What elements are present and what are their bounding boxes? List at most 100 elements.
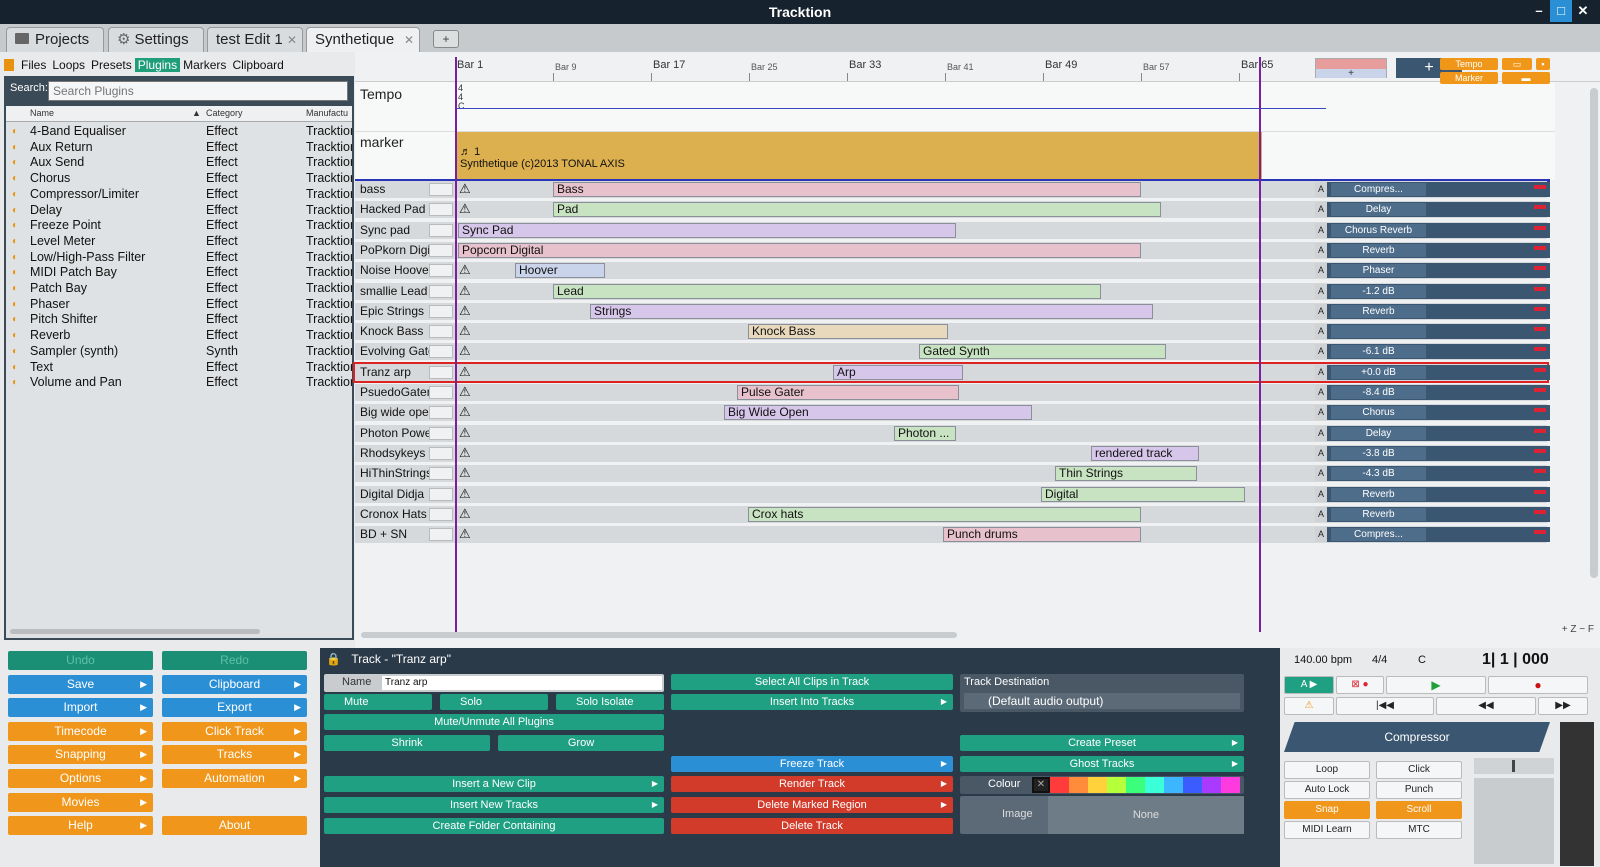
clip[interactable]: Knock Bass bbox=[748, 324, 948, 340]
track-row[interactable]: PoPkorn Digital⚠Popcorn DigitalAReverb bbox=[355, 241, 1550, 259]
plugin-row[interactable]: ◐ Chorus Effect Tracktion bbox=[6, 171, 352, 187]
warning-icon[interactable]: ⚠ bbox=[1284, 697, 1334, 715]
warning-icon[interactable]: ⚠ bbox=[459, 445, 473, 460]
plugin-row[interactable]: ◐ Patch Bay Effect Tracktion bbox=[6, 281, 352, 297]
main-button-import[interactable]: Import ▶ bbox=[8, 698, 153, 718]
automation-button[interactable]: A bbox=[1315, 364, 1327, 380]
warning-icon[interactable]: ⚠ bbox=[459, 323, 473, 338]
clip[interactable]: rendered track bbox=[1091, 445, 1199, 461]
track-name[interactable]: Photon Power bbox=[360, 426, 435, 440]
track-plugin[interactable]: Reverb bbox=[1331, 507, 1426, 521]
track-row[interactable]: Cronox Hats ⚠ Crox hats A Reverb bbox=[355, 505, 1550, 523]
track-name[interactable]: BD + SN bbox=[360, 527, 407, 541]
track-input-selector[interactable] bbox=[429, 426, 453, 440]
create-preset-button[interactable]: Create Preset ▶ bbox=[960, 735, 1244, 751]
clip[interactable]: Sync Pad bbox=[458, 222, 956, 238]
freeze-track-button[interactable]: Freeze Track ▶ bbox=[671, 756, 953, 772]
track-input-selector[interactable] bbox=[429, 528, 453, 542]
colour-swatch[interactable] bbox=[1221, 777, 1240, 793]
main-button-save[interactable]: Save ▶ bbox=[8, 674, 153, 694]
automation-button[interactable]: A bbox=[1315, 385, 1327, 400]
plugin-row[interactable]: ◐ Text Effect Tracktion bbox=[6, 360, 352, 376]
record-icon[interactable]: ● bbox=[1488, 676, 1588, 694]
automation-button[interactable]: A bbox=[1315, 486, 1327, 502]
plugin-row[interactable]: ◐ Level Meter Effect Tracktion bbox=[6, 234, 352, 250]
mute-indicator[interactable] bbox=[1534, 347, 1546, 352]
track-name[interactable]: Sync pad bbox=[360, 223, 410, 237]
warning-icon[interactable]: ⚠ bbox=[459, 506, 473, 521]
close-tab-icon[interactable]: ✕ bbox=[404, 28, 414, 52]
time-signature-readout[interactable]: 4/4 bbox=[1372, 654, 1387, 666]
track-row[interactable]: Knock Bass ⚠ Knock Bass A bbox=[355, 323, 1550, 341]
warning-icon[interactable]: ⚠ bbox=[459, 364, 473, 379]
plugin-row[interactable]: ◐ Aux Send Effect Tracktion bbox=[6, 155, 352, 171]
track-plugin[interactable]: Phaser bbox=[1331, 264, 1426, 278]
colour-swatch[interactable] bbox=[1202, 777, 1221, 793]
marker-button[interactable]: Marker bbox=[1440, 72, 1498, 84]
mute-indicator[interactable] bbox=[1534, 408, 1546, 413]
plugin-row[interactable]: ◐ Volume and Pan Effect Tracktion bbox=[6, 375, 352, 391]
lock-icon[interactable]: 🔒 bbox=[326, 652, 341, 666]
plugin-row[interactable]: ◐ Pitch Shifter Effect Tracktion bbox=[6, 312, 352, 328]
plugin-row[interactable]: ◐ Freeze Point Effect Tracktion bbox=[6, 218, 352, 234]
track-plugin[interactable]: Delay bbox=[1331, 426, 1426, 440]
mute-indicator[interactable] bbox=[1534, 489, 1546, 494]
clip[interactable]: Arp bbox=[833, 364, 963, 380]
track-row[interactable]: Tranz arp ⚠ Arp A +0.0 dB bbox=[353, 361, 1550, 383]
auto-lock-button[interactable]: Auto Lock bbox=[1284, 781, 1370, 799]
main-button-click-track[interactable]: Click Track ▶ bbox=[162, 721, 307, 741]
clip[interactable]: Pulse Gater bbox=[737, 385, 959, 400]
track-input-selector[interactable] bbox=[429, 203, 453, 217]
main-button-clipboard[interactable]: Clipboard ▶ bbox=[162, 674, 307, 694]
nav-plugins[interactable]: Plugins bbox=[134, 58, 181, 72]
position-readout[interactable]: 1| 1 | 000 bbox=[1482, 651, 1549, 669]
track-plugin[interactable]: -4.3 dB bbox=[1331, 467, 1426, 481]
track-plugin[interactable]: Delay bbox=[1331, 203, 1426, 217]
track-row[interactable]: Noise Hoover ⚠ Hoover A Phaser bbox=[355, 262, 1550, 280]
horizontal-scrollbar[interactable] bbox=[10, 629, 260, 634]
add-track-swatch[interactable]: + bbox=[1315, 58, 1387, 79]
mute-indicator[interactable] bbox=[1534, 205, 1546, 210]
play-icon[interactable]: ▶ bbox=[1386, 676, 1486, 694]
mute-indicator[interactable] bbox=[1534, 245, 1546, 250]
track-row[interactable]: smallie Lead ⚠ Lead A -1.2 dB bbox=[355, 282, 1550, 300]
timeline-scrollbar[interactable] bbox=[361, 632, 957, 638]
clip[interactable]: Gated Synth bbox=[919, 344, 1166, 360]
track-plugin[interactable]: Compres... bbox=[1331, 183, 1426, 196]
warning-icon[interactable]: ⚠ bbox=[459, 201, 473, 216]
warning-icon[interactable]: ⚠ bbox=[459, 404, 473, 419]
automation-button[interactable]: A bbox=[1315, 202, 1327, 218]
warning-icon[interactable]: ⚠ bbox=[459, 283, 473, 298]
select-all-clips-button[interactable]: Select All Clips in Track bbox=[671, 674, 953, 690]
mute-toggle[interactable]: Mute bbox=[324, 694, 432, 710]
colour-swatch[interactable] bbox=[1164, 777, 1183, 793]
automation-button[interactable]: A bbox=[1315, 242, 1327, 258]
nav-presets[interactable]: Presets bbox=[88, 58, 135, 72]
colour-swatch[interactable] bbox=[1145, 777, 1164, 793]
track-input-selector[interactable] bbox=[429, 284, 453, 298]
track-input-selector[interactable] bbox=[429, 446, 453, 460]
automation-button[interactable]: A bbox=[1315, 527, 1327, 543]
master-volume-slider[interactable] bbox=[1474, 758, 1554, 774]
track-row[interactable]: Digital Didja ⚠ Digital A Reverb bbox=[355, 485, 1550, 503]
warning-icon[interactable]: ⚠ bbox=[459, 384, 473, 399]
main-button-snapping[interactable]: Snapping ▶ bbox=[8, 745, 153, 765]
plugin-row[interactable]: ◐ Compressor/Limiter Effect Tracktion bbox=[6, 187, 352, 203]
track-input-selector[interactable] bbox=[429, 507, 453, 521]
marker-toggle-icon[interactable]: ▬ bbox=[1502, 72, 1550, 84]
track-name[interactable]: Cronox Hats bbox=[360, 507, 427, 521]
track-name[interactable]: Rhodsykeys bbox=[360, 446, 425, 460]
track-input-selector[interactable] bbox=[429, 365, 453, 379]
warning-icon[interactable]: ⚠ bbox=[459, 425, 473, 440]
solo-isolate-toggle[interactable]: Solo Isolate bbox=[556, 694, 664, 710]
mute-indicator[interactable] bbox=[1534, 266, 1546, 271]
tempo-curve[interactable] bbox=[456, 108, 1326, 109]
colour-swatch[interactable] bbox=[1183, 777, 1202, 793]
track-input-selector[interactable] bbox=[429, 386, 453, 399]
mute-indicator[interactable] bbox=[1534, 286, 1546, 291]
fast-forward-icon[interactable]: ▶▶ bbox=[1538, 697, 1588, 715]
track-plugin[interactable]: Compres... bbox=[1331, 528, 1426, 542]
track-input-selector[interactable] bbox=[429, 183, 453, 196]
solo-toggle[interactable]: Solo bbox=[440, 694, 548, 710]
browser-toggle-icon[interactable] bbox=[4, 59, 14, 71]
